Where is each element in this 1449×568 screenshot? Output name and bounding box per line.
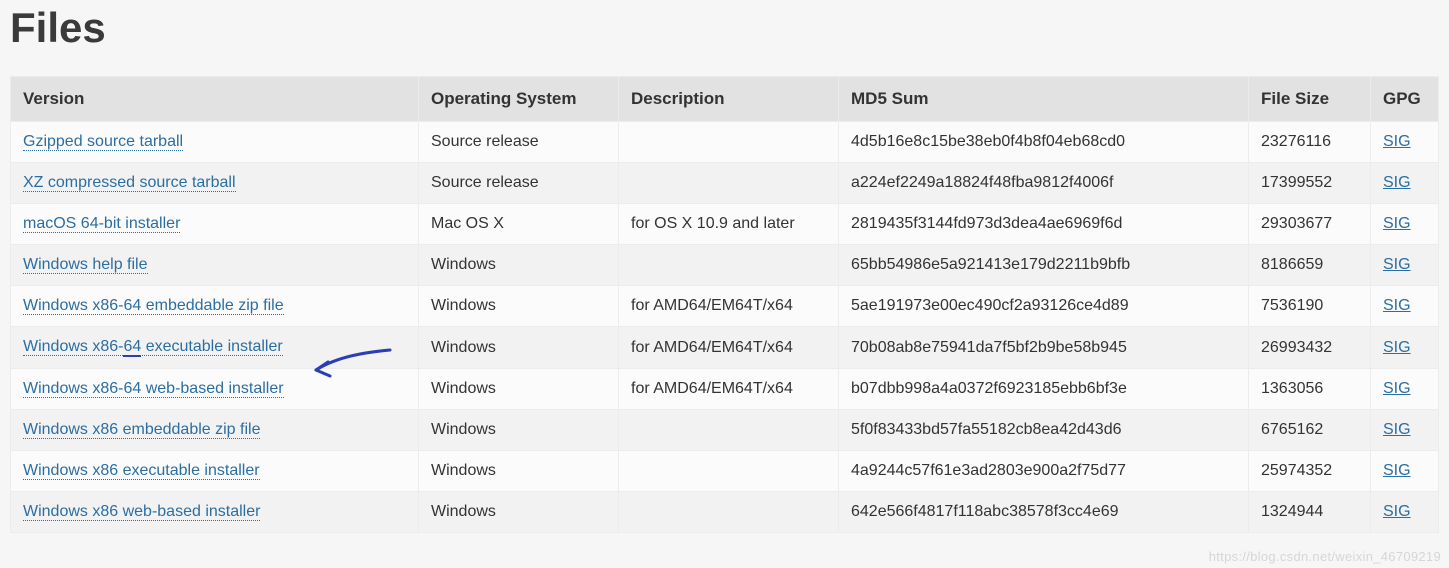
filesize-cell: 23276116 <box>1249 122 1371 163</box>
col-header-gpg: GPG <box>1371 77 1439 122</box>
col-header-desc: Description <box>619 77 839 122</box>
sig-link[interactable]: SIG <box>1383 421 1411 438</box>
os-cell: Windows <box>419 410 619 451</box>
table-row: macOS 64-bit installer Mac OS Xfor OS X 1… <box>11 204 1439 245</box>
filesize-cell: 7536190 <box>1249 286 1371 327</box>
version-link[interactable]: Windows x86 web-based installer <box>23 503 260 521</box>
table-row: Windows x86-64 web-based installer Window… <box>11 369 1439 410</box>
description-cell: for OS X 10.9 and later <box>619 204 839 245</box>
table-header-row: Version Operating System Description MD5… <box>11 77 1439 122</box>
version-link[interactable]: Windows x86 embeddable zip file <box>23 421 260 439</box>
md5-cell: 642e566f4817f118abc38578f3cc4e69 <box>839 492 1249 533</box>
table-row: Windows x86 web-based installer Windows 64… <box>11 492 1439 533</box>
watermark-text: https://blog.csdn.net/weixin_46709219 <box>1209 549 1441 564</box>
filesize-cell: 17399552 <box>1249 163 1371 204</box>
col-header-os: Operating System <box>419 77 619 122</box>
sig-link[interactable]: SIG <box>1383 174 1411 191</box>
os-cell: Windows <box>419 492 619 533</box>
sig-link[interactable]: SIG <box>1383 133 1411 150</box>
sig-link[interactable]: SIG <box>1383 256 1411 273</box>
filesize-cell: 1324944 <box>1249 492 1371 533</box>
os-cell: Windows <box>419 245 619 286</box>
os-cell: Windows <box>419 451 619 492</box>
filesize-cell: 8186659 <box>1249 245 1371 286</box>
description-cell <box>619 245 839 286</box>
sig-link[interactable]: SIG <box>1383 462 1411 479</box>
table-row: XZ compressed source tarball Source relea… <box>11 163 1439 204</box>
os-cell: Source release <box>419 122 619 163</box>
version-link[interactable]: macOS 64-bit installer <box>23 215 180 233</box>
description-cell <box>619 451 839 492</box>
filesize-cell: 29303677 <box>1249 204 1371 245</box>
version-link[interactable]: XZ compressed source tarball <box>23 174 236 192</box>
version-link[interactable]: Gzipped source tarball <box>23 133 183 151</box>
os-cell: Windows <box>419 369 619 410</box>
md5-cell: 65bb54986e5a921413e179d2211b9bfb <box>839 245 1249 286</box>
table-row: Windows x86 executable installer Windows 4… <box>11 451 1439 492</box>
sig-link[interactable]: SIG <box>1383 297 1411 314</box>
filesize-cell: 6765162 <box>1249 410 1371 451</box>
sig-link[interactable]: SIG <box>1383 380 1411 397</box>
sig-link[interactable]: SIG <box>1383 339 1411 356</box>
md5-cell: 5ae191973e00ec490cf2a93126ce4d89 <box>839 286 1249 327</box>
os-cell: Windows <box>419 286 619 327</box>
description-cell <box>619 492 839 533</box>
sig-link[interactable]: SIG <box>1383 503 1411 520</box>
md5-cell: 2819435f3144fd973d3dea4ae6969f6d <box>839 204 1249 245</box>
table-row: Windows help file Windows 65bb54986e5a9214… <box>11 245 1439 286</box>
description-cell <box>619 410 839 451</box>
version-link[interactable]: Windows help file <box>23 256 148 274</box>
col-header-md5: MD5 Sum <box>839 77 1249 122</box>
description-cell <box>619 122 839 163</box>
md5-cell: 70b08ab8e75941da7f5bf2b9be58b945 <box>839 327 1249 369</box>
md5-cell: a224ef2249a18824f48fba9812f4006f <box>839 163 1249 204</box>
table-row: Windows x86 embeddable zip file Windows 5f… <box>11 410 1439 451</box>
table-row: Windows x86-64 executable installer Windo… <box>11 327 1439 369</box>
sig-link[interactable]: SIG <box>1383 215 1411 232</box>
version-link[interactable]: Windows x86 executable installer <box>23 462 260 480</box>
os-cell: Mac OS X <box>419 204 619 245</box>
files-table: Version Operating System Description MD5… <box>10 76 1439 533</box>
filesize-cell: 1363056 <box>1249 369 1371 410</box>
description-cell: for AMD64/EM64T/x64 <box>619 286 839 327</box>
filesize-cell: 25974352 <box>1249 451 1371 492</box>
os-cell: Windows <box>419 327 619 369</box>
version-link[interactable]: Windows x86-64 embeddable zip file <box>23 297 284 315</box>
page-title: Files <box>10 0 1439 76</box>
description-cell: for AMD64/EM64T/x64 <box>619 327 839 369</box>
description-cell <box>619 163 839 204</box>
filesize-cell: 26993432 <box>1249 327 1371 369</box>
description-cell: for AMD64/EM64T/x64 <box>619 369 839 410</box>
md5-cell: 4d5b16e8c15be38eb0f4b8f04eb68cd0 <box>839 122 1249 163</box>
version-link[interactable]: Windows x86-64 executable installer <box>23 338 283 356</box>
md5-cell: 4a9244c57f61e3ad2803e900a2f75d77 <box>839 451 1249 492</box>
md5-cell: b07dbb998a4a0372f6923185ebb6bf3e <box>839 369 1249 410</box>
os-cell: Source release <box>419 163 619 204</box>
table-row: Gzipped source tarball Source release 4d5b… <box>11 122 1439 163</box>
col-header-version: Version <box>11 77 419 122</box>
md5-cell: 5f0f83433bd57fa55182cb8ea42d43d6 <box>839 410 1249 451</box>
table-row: Windows x86-64 embeddable zip file Window… <box>11 286 1439 327</box>
version-link[interactable]: Windows x86-64 web-based installer <box>23 380 284 398</box>
col-header-size: File Size <box>1249 77 1371 122</box>
